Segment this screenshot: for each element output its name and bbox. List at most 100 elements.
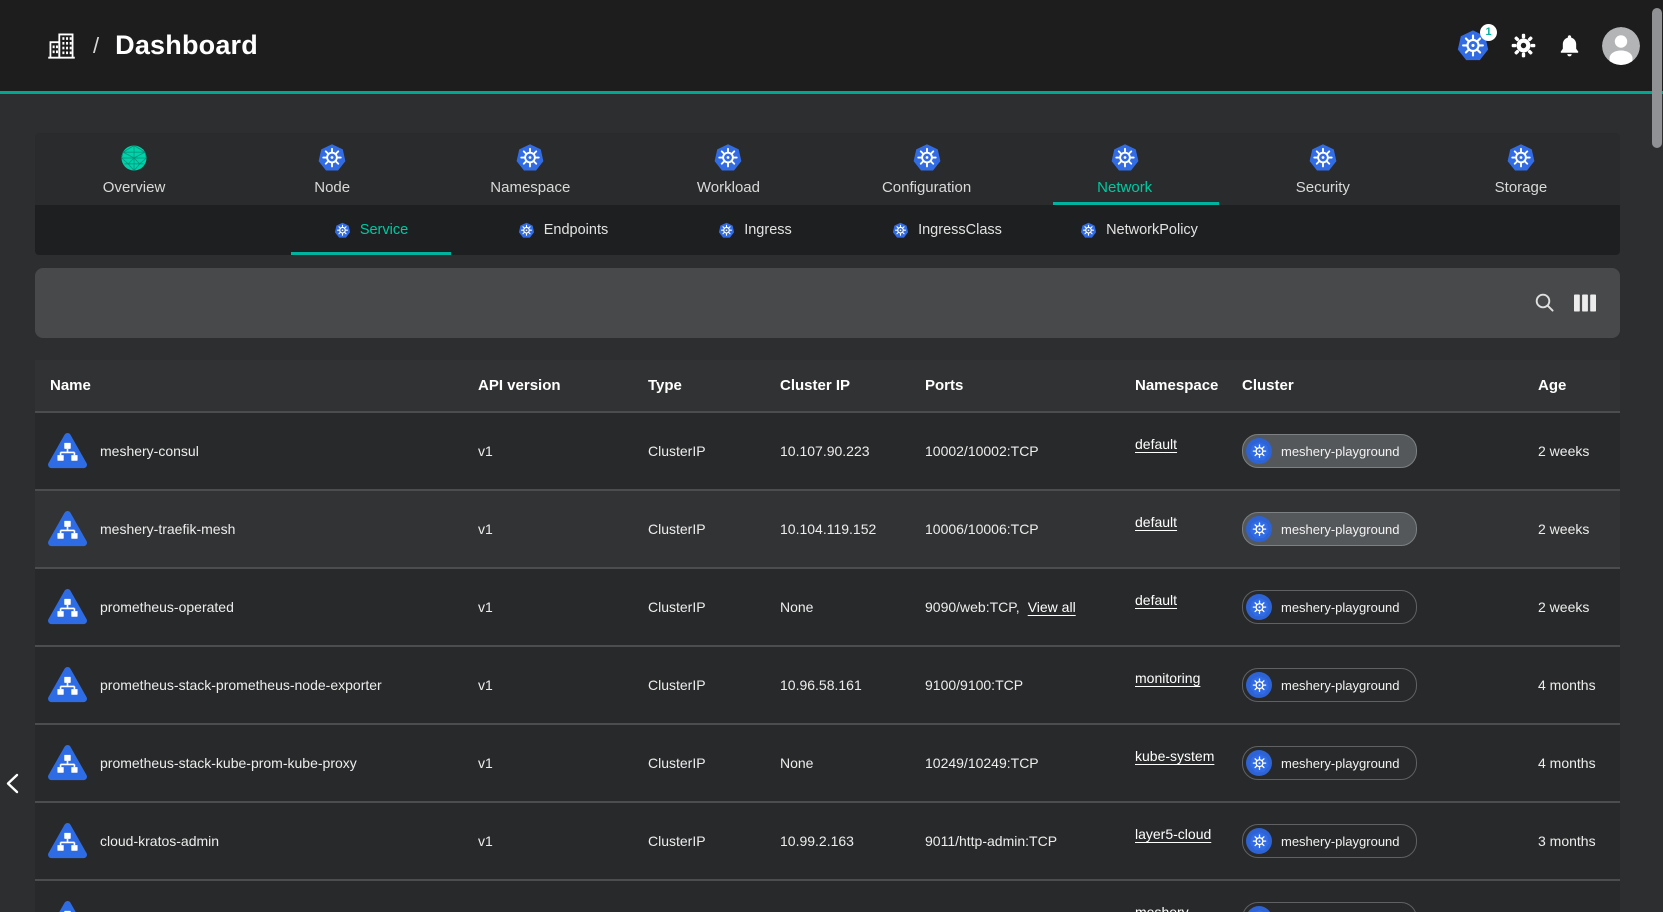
- table-toolbar: [35, 268, 1620, 338]
- service-resource-icon: [48, 432, 87, 470]
- ports-cell: 9100/9100:TCP: [910, 677, 1120, 693]
- table-row[interactable]: meshery meshery-playground: [35, 879, 1620, 912]
- namespace-link[interactable]: default: [1135, 436, 1177, 452]
- service-resource-icon: [48, 588, 87, 626]
- cluster-chip[interactable]: meshery-playground: [1242, 668, 1417, 702]
- table-row[interactable]: meshery-traefik-mesh v1 ClusterIP 10.104…: [35, 489, 1620, 567]
- tab-label: Workload: [697, 179, 760, 196]
- table-header-row: Name API version Type Cluster IP Ports N…: [35, 360, 1620, 411]
- tab-storage[interactable]: Storage: [1422, 133, 1620, 205]
- tab-overview[interactable]: Overview: [35, 133, 233, 205]
- type-cell: ClusterIP: [633, 833, 765, 849]
- cluster-chip[interactable]: meshery-playground: [1242, 590, 1417, 624]
- tab-namespace[interactable]: Namespace: [431, 133, 629, 205]
- kubernetes-icon: [1246, 828, 1272, 854]
- namespace-link[interactable]: meshery: [1135, 904, 1189, 912]
- cluster-chip[interactable]: meshery-playground: [1242, 512, 1417, 546]
- subtab-service[interactable]: Service: [275, 205, 467, 255]
- cluster-chip[interactable]: meshery-playground: [1242, 746, 1417, 780]
- subtab-ingressclass[interactable]: IngressClass: [851, 205, 1043, 255]
- type-cell: ClusterIP: [633, 755, 765, 771]
- namespace-cell: layer5-cloud: [1120, 833, 1227, 849]
- namespace-link[interactable]: kube-system: [1135, 748, 1214, 764]
- namespace-link[interactable]: default: [1135, 514, 1177, 530]
- tab-label: Configuration: [882, 179, 971, 196]
- cluster-chip[interactable]: meshery-playground: [1242, 824, 1417, 858]
- cluster-cell: meshery-playground: [1227, 668, 1523, 702]
- tab-security[interactable]: Security: [1224, 133, 1422, 205]
- column-header-cluster-ip[interactable]: Cluster IP: [765, 377, 910, 394]
- column-header-ports[interactable]: Ports: [910, 377, 1120, 394]
- cluster-ip-cell: None: [765, 755, 910, 771]
- gear-icon[interactable]: [1510, 32, 1537, 59]
- kubernetes-icon: [1246, 672, 1272, 698]
- kubernetes-icon: [515, 143, 545, 173]
- cluster-chip-label: meshery-playground: [1281, 834, 1400, 849]
- subtab-label: Endpoints: [544, 222, 609, 238]
- cluster-chip-label: meshery-playground: [1281, 600, 1400, 615]
- api-version-cell: v1: [463, 833, 633, 849]
- drawer-collapse-button[interactable]: [1, 770, 27, 798]
- resource-tabs-card: Overview Node Namespace: [35, 133, 1620, 255]
- tab-node[interactable]: Node: [233, 133, 431, 205]
- kubernetes-icon: [713, 143, 743, 173]
- service-resource-icon: [48, 510, 87, 548]
- tab-workload[interactable]: Workload: [629, 133, 827, 205]
- cluster-chip-label: meshery-playground: [1281, 756, 1400, 771]
- subtab-networkpolicy[interactable]: NetworkPolicy: [1043, 205, 1235, 255]
- scrollbar-thumb[interactable]: [1652, 8, 1662, 148]
- meshery-icon: [119, 143, 149, 173]
- column-header-name[interactable]: Name: [35, 377, 463, 394]
- bell-icon[interactable]: [1557, 33, 1582, 58]
- table-row[interactable]: prometheus-operated v1 ClusterIP None 90…: [35, 567, 1620, 645]
- ports-value: 10002/10002:TCP: [925, 443, 1039, 459]
- user-avatar[interactable]: [1602, 27, 1640, 65]
- cluster-chip-label: meshery-playground: [1281, 522, 1400, 537]
- namespace-link[interactable]: default: [1135, 592, 1177, 608]
- cluster-ip-cell: 10.96.58.161: [765, 677, 910, 693]
- cluster-chip-label: meshery-playground: [1281, 444, 1400, 459]
- cluster-chip-label: meshery-playground: [1281, 678, 1400, 693]
- table-row[interactable]: prometheus-stack-kube-prom-kube-proxy v1…: [35, 723, 1620, 801]
- view-all-link[interactable]: View all: [1028, 599, 1076, 615]
- building-icon[interactable]: [46, 29, 77, 62]
- subtab-label: NetworkPolicy: [1106, 222, 1198, 238]
- cluster-cell: meshery-playground: [1227, 512, 1523, 546]
- namespace-link[interactable]: layer5-cloud: [1135, 826, 1211, 842]
- column-header-age[interactable]: Age: [1523, 377, 1620, 394]
- api-version-cell: v1: [463, 677, 633, 693]
- search-icon[interactable]: [1533, 291, 1557, 315]
- api-version-cell: v1: [463, 755, 633, 771]
- view-columns-icon[interactable]: [1573, 291, 1597, 315]
- ports-value: 9090/web:TCP,: [925, 599, 1020, 615]
- table-row[interactable]: cloud-kratos-admin v1 ClusterIP 10.99.2.…: [35, 801, 1620, 879]
- age-cell: 3 months: [1523, 833, 1620, 849]
- cluster-chip[interactable]: meshery-playground: [1242, 434, 1417, 468]
- type-cell: ClusterIP: [633, 443, 765, 459]
- table-row[interactable]: prometheus-stack-prometheus-node-exporte…: [35, 645, 1620, 723]
- subtab-ingress[interactable]: Ingress: [659, 205, 851, 255]
- tab-configuration[interactable]: Configuration: [828, 133, 1026, 205]
- namespace-link[interactable]: monitoring: [1135, 670, 1200, 686]
- column-header-type[interactable]: Type: [633, 377, 765, 394]
- topbar: / Dashboard 1: [0, 0, 1663, 91]
- service-name-cell: meshery-traefik-mesh: [35, 510, 463, 548]
- column-header-cluster[interactable]: Cluster: [1227, 377, 1523, 394]
- namespace-cell: default: [1120, 521, 1227, 537]
- type-cell: ClusterIP: [633, 677, 765, 693]
- accent-divider: [0, 91, 1663, 94]
- subtab-endpoints[interactable]: Endpoints: [467, 205, 659, 255]
- age-cell: 2 weeks: [1523, 443, 1620, 459]
- kubernetes-context-icon[interactable]: 1: [1456, 29, 1490, 63]
- column-header-api-version[interactable]: API version: [463, 377, 633, 394]
- kubernetes-icon: [317, 143, 347, 173]
- service-name-cell: prometheus-stack-kube-prom-kube-proxy: [35, 744, 463, 782]
- ports-cell: 9011/http-admin:TCP: [910, 833, 1120, 849]
- service-name: meshery-consul: [100, 443, 199, 459]
- tab-network[interactable]: Network: [1026, 133, 1224, 205]
- network-sub-tabs: Service Endpoints Ingress: [35, 205, 1620, 255]
- table-row[interactable]: meshery-consul v1 ClusterIP 10.107.90.22…: [35, 411, 1620, 489]
- kubernetes-icon: [1246, 750, 1272, 776]
- cluster-chip[interactable]: meshery-playground: [1242, 902, 1417, 912]
- column-header-namespace[interactable]: Namespace: [1120, 377, 1227, 394]
